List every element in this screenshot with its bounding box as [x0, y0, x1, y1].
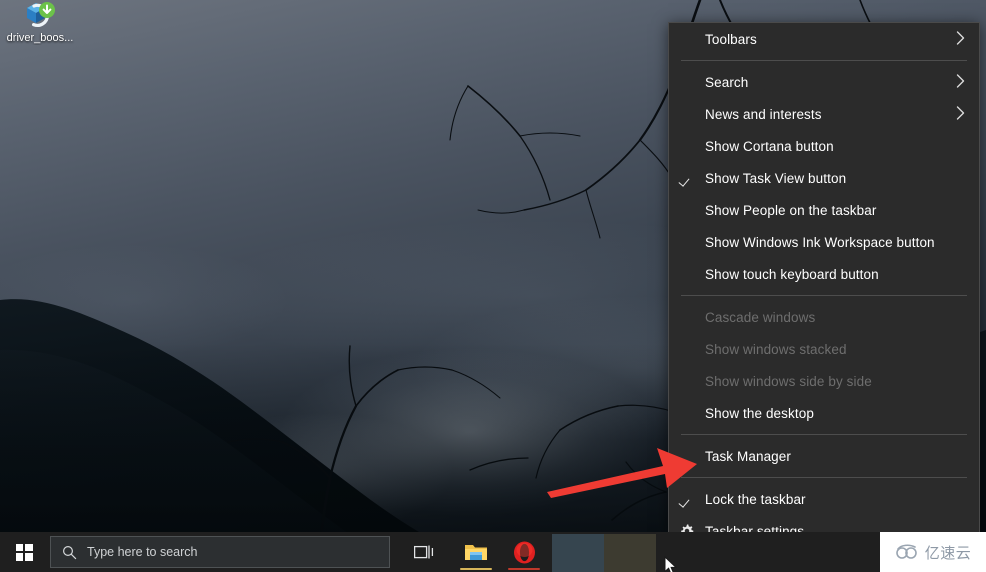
task-view-icon: [414, 545, 434, 558]
desktop-icon-label: driver_boos...: [6, 32, 74, 44]
menu-item-people[interactable]: Show People on the taskbar: [669, 194, 979, 226]
menu-item-label: Toolbars: [705, 31, 757, 47]
menu-item-label: Show windows side by side: [705, 373, 872, 389]
menu-item-taskmanager[interactable]: Task Manager: [669, 440, 979, 472]
search-icon: [51, 545, 87, 560]
check-icon: [669, 174, 705, 183]
menu-item-stacked: Show windows stacked: [669, 333, 979, 365]
menu-item-label: Show Task View button: [705, 170, 847, 186]
site-watermark: 亿速云: [880, 532, 986, 572]
menu-item-label: Task Manager: [705, 448, 791, 464]
watermark-text: 亿速云: [924, 544, 972, 562]
check-icon: [681, 495, 694, 504]
taskbar-search-box[interactable]: [50, 536, 390, 568]
opera-taskbar-button[interactable]: [500, 532, 548, 572]
desktop-icon-driver-booster[interactable]: driver_boos...: [4, 0, 76, 45]
menu-item-label: Show People on the taskbar: [705, 202, 877, 218]
menu-separator: [681, 295, 967, 296]
driver-booster-icon: [24, 0, 56, 30]
menu-item-showdesktop[interactable]: Show the desktop: [669, 397, 979, 429]
menu-separator: [681, 60, 967, 61]
cloud-logo-icon: [895, 544, 917, 559]
menu-item-label: Search: [705, 74, 749, 90]
start-button[interactable]: [0, 532, 48, 572]
menu-separator: [681, 434, 967, 435]
menu-item-label: Cascade windows: [705, 309, 816, 325]
taskbar-window-previews[interactable]: [552, 532, 656, 572]
windows-logo-icon: [15, 543, 33, 561]
opera-running-indicator: [508, 568, 540, 570]
chevron-right-icon: [956, 74, 965, 90]
menu-separator: [681, 477, 967, 478]
menu-item-label: News and interests: [705, 106, 822, 122]
menu-item-ink[interactable]: Show Windows Ink Workspace button: [669, 226, 979, 258]
task-view-button[interactable]: [400, 532, 448, 572]
folder-icon: [465, 545, 487, 560]
check-icon: [681, 174, 694, 183]
chevron-right-icon: [956, 31, 965, 47]
chevron-right-icon: [956, 106, 965, 122]
menu-item-taskview[interactable]: Show Task View button: [669, 162, 979, 194]
menu-item-label: Show the desktop: [705, 405, 814, 421]
menu-item-sidebyside: Show windows side by side: [669, 365, 979, 397]
menu-item-lock[interactable]: Lock the taskbar: [669, 483, 979, 515]
menu-item-label: Show Windows Ink Workspace button: [705, 234, 935, 250]
menu-item-news[interactable]: News and interests: [669, 98, 979, 130]
taskbar-app-buttons[interactable]: [452, 532, 548, 572]
menu-item-label: Show Cortana button: [705, 138, 834, 154]
menu-item-search[interactable]: Search: [669, 66, 979, 98]
search-input[interactable]: [87, 545, 389, 559]
window-preview-blue[interactable]: [552, 534, 604, 572]
taskbar[interactable]: [0, 532, 986, 572]
menu-item-toolbars[interactable]: Toolbars: [669, 23, 979, 55]
window-preview-olive[interactable]: [604, 534, 656, 572]
menu-item-label: Show touch keyboard button: [705, 266, 879, 282]
taskbar-context-menu[interactable]: Toolbars Search News and interests Show Cor…: [668, 22, 980, 539]
desktop-screen: driver_boos... Toolbars Search News and in…: [0, 0, 986, 572]
file-explorer-taskbar-button[interactable]: [452, 532, 500, 572]
check-icon: [669, 495, 705, 504]
menu-item-label: Show windows stacked: [705, 341, 847, 357]
menu-item-cortana[interactable]: Show Cortana button: [669, 130, 979, 162]
menu-item-touchkeyboard[interactable]: Show touch keyboard button: [669, 258, 979, 290]
opera-icon: [513, 541, 535, 563]
menu-item-label: Lock the taskbar: [705, 491, 806, 507]
menu-item-cascade: Cascade windows: [669, 301, 979, 333]
file-explorer-running-indicator: [460, 568, 492, 570]
